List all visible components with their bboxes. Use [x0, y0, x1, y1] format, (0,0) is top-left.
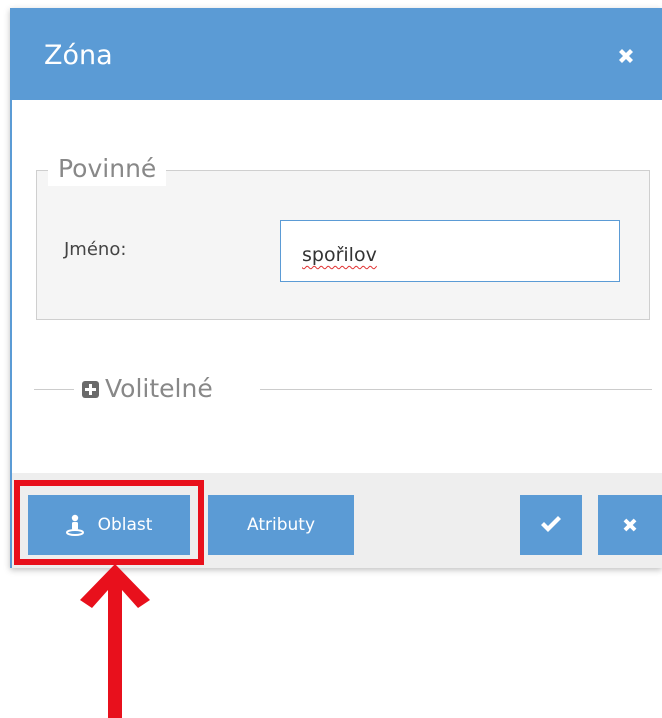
- name-input[interactable]: [280, 220, 620, 282]
- check-icon: [541, 516, 561, 532]
- optional-section-toggle[interactable]: Volitelné: [82, 371, 213, 407]
- annotation-arrow-icon: [80, 564, 150, 718]
- cancel-button[interactable]: [598, 495, 662, 555]
- plus-square-icon: [82, 380, 99, 398]
- optional-divider-left: [34, 389, 74, 390]
- atributy-button[interactable]: Atributy: [208, 495, 354, 555]
- dialog-titlebar: Zóna: [12, 8, 662, 100]
- optional-legend: Volitelné: [105, 374, 213, 403]
- annotation-highlight-box: [14, 480, 204, 565]
- dialog-title: Zóna: [44, 40, 113, 71]
- atributy-label: Atributy: [247, 515, 315, 535]
- optional-divider-right: [260, 389, 652, 390]
- required-legend: Povinné: [48, 152, 167, 186]
- close-icon[interactable]: [614, 44, 638, 68]
- screen: Zóna Povinné Jméno: spořilov Volitelné O…: [0, 0, 662, 718]
- close-icon: [623, 518, 637, 532]
- name-label: Jméno:: [64, 239, 127, 260]
- dialog-body: Povinné Jméno: spořilov Volitelné: [12, 100, 662, 473]
- confirm-button[interactable]: [520, 495, 582, 555]
